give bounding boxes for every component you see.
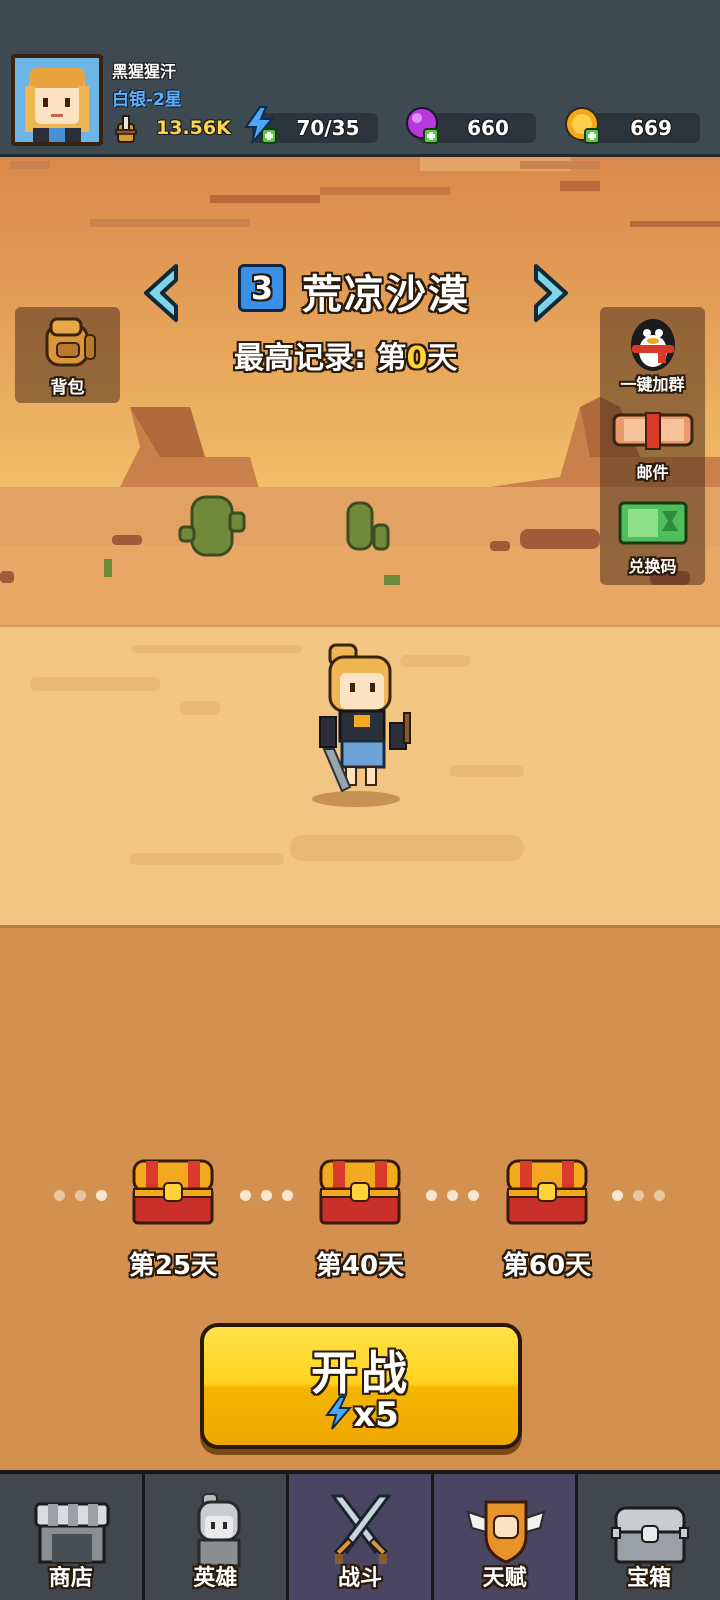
coins-value: 669 [630,116,672,140]
backpack-icon [45,317,96,367]
hero-portrait-icon [25,68,89,142]
chest-day-label: 第40天 [315,1251,405,1281]
nav-tab-chest[interactable]: 宝箱 [578,1474,720,1600]
redeem-ticket-icon [618,501,688,545]
chest-day-label: 第60天 [502,1251,592,1281]
energy-bolt-icon [325,1396,353,1430]
join-group-label: 一键加群 [620,375,685,394]
progress-dots [240,1186,303,1205]
energy-bolt-add-icon[interactable] [240,105,280,145]
treasure-chest-icon [611,1506,690,1564]
combat-power-value: 13.56K [156,117,231,139]
nav-tab-hero[interactable]: 英雄 [144,1474,290,1600]
chest-day-label: 第25天 [128,1251,218,1281]
hero-character-sprite [312,643,411,807]
player-rank: 白银-2星 [112,90,182,110]
top-bar: 黑猩猩汗 白银-2星 13.56K 70/35 660 669 [0,0,720,157]
progress-dots [426,1186,489,1205]
reward-chest-icon[interactable] [504,1155,590,1227]
redeem-code-label: 兑换码 [628,557,677,576]
bottom-navigation: 商店 英雄 战斗 天赋 宝箱 [0,1470,720,1600]
stage-number-badge: 3 [238,264,286,312]
redeem-code-button[interactable]: 兑换码 [600,493,705,585]
side-button-panel: 一键加群 邮件 兑换码 [600,307,705,585]
combat-power-icon [115,115,137,143]
best-record-text: 最高记录: 第0天 [234,333,457,377]
reward-chest-icon[interactable] [130,1155,216,1227]
join-group-button[interactable]: 一键加群 [600,307,705,399]
best-record-prefix: 最高记录: 第 [234,341,407,376]
nav-label: 天赋 [482,1566,527,1591]
prev-stage-arrow-icon[interactable] [136,262,184,324]
progress-dots [54,1186,117,1205]
nav-label: 宝箱 [627,1566,672,1591]
start-battle-label: 开战 [311,1346,411,1400]
nav-tab-talent[interactable]: 天赋 [433,1474,579,1600]
progress-dots [612,1186,675,1205]
reward-chest-icon[interactable] [317,1155,403,1227]
penguin-qq-icon [631,319,675,371]
talent-fist-icon [466,1500,546,1564]
mail-button[interactable]: 邮件 [600,403,705,493]
nav-label: 战斗 [337,1566,382,1591]
best-record-value: 0 [406,341,428,376]
bag-label: 背包 [50,378,85,398]
player-name: 黑猩猩汗 [112,62,177,81]
gold-coin-add-icon[interactable] [563,105,603,145]
shop-icon [34,1502,110,1564]
battlefield-ground [30,643,524,865]
bag-button[interactable]: 背包 [15,307,120,403]
hero-icon [197,1493,241,1568]
energy-value: 70/35 [296,116,360,140]
nav-label: 商店 [48,1566,93,1591]
best-record-suffix: 天 [427,341,458,376]
mail-scroll-icon [612,412,694,450]
start-battle-button[interactable]: 开战 x5 [200,1323,522,1449]
nav-tab-battle[interactable]: 战斗 [289,1474,434,1600]
gems-value: 660 [467,116,509,140]
purple-gem-add-icon[interactable] [402,105,442,145]
nav-tab-shop[interactable]: 商店 [0,1474,145,1600]
nav-label: 英雄 [193,1566,238,1591]
next-stage-arrow-icon[interactable] [528,262,576,324]
player-avatar[interactable] [11,54,103,146]
mail-label: 邮件 [636,463,669,482]
crossed-swords-icon [330,1494,393,1564]
start-battle-cost: x5 [204,1395,518,1435]
stage-title: 荒凉沙漠 [302,272,470,318]
battlefield-area [0,625,720,928]
start-battle-cost-value: x5 [353,1395,399,1435]
